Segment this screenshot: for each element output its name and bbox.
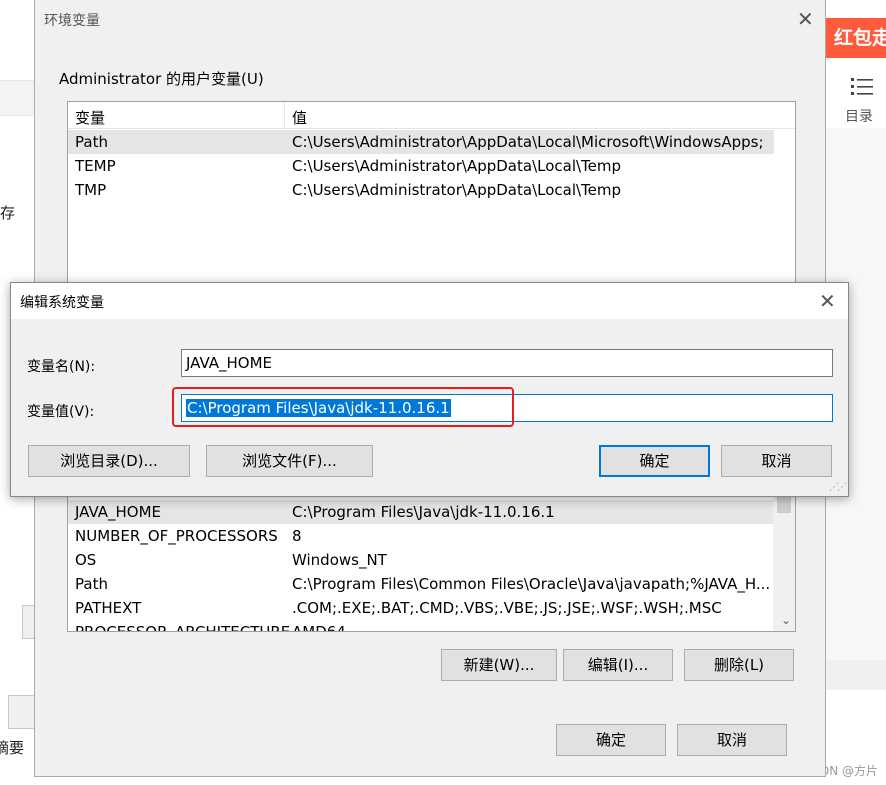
background-band xyxy=(0,80,34,116)
table-row[interactable]: PATHEXT .COM;.EXE;.BAT;.CMD;.VBS;.VBE;.J… xyxy=(68,596,774,620)
background-text-fragment: 摘要 xyxy=(0,739,25,757)
variable-value: Windows_NT xyxy=(292,551,387,569)
variable-value: C:\Users\Administrator\AppData\Local\Tem… xyxy=(292,181,622,199)
table-row[interactable]: TMP C:\Users\Administrator\AppData\Local… xyxy=(68,178,774,202)
table-of-contents-icon[interactable] xyxy=(850,76,874,96)
edit-variable-button[interactable]: 编辑(I)... xyxy=(563,649,673,681)
variable-name: PROCESSOR_ARCHITECTURE xyxy=(75,623,291,632)
table-row[interactable]: Path C:\Users\Administrator\AppData\Loca… xyxy=(68,130,774,154)
table-row[interactable]: Path C:\Program Files\Common Files\Oracl… xyxy=(68,572,774,596)
scroll-down-icon[interactable]: ⌄ xyxy=(781,613,791,627)
browse-directory-button[interactable]: 浏览目录(D)... xyxy=(28,445,190,477)
resize-grip-icon[interactable]: ⋰⋰ xyxy=(829,482,847,493)
column-header-variable[interactable]: 变量 xyxy=(75,107,105,128)
list-header: 变量 值 xyxy=(68,102,795,129)
variable-name: OS xyxy=(75,551,97,569)
scroll-thumb[interactable] xyxy=(777,497,791,513)
ok-button[interactable]: 确定 xyxy=(599,445,710,477)
table-row[interactable]: TEMP C:\Users\Administrator\AppData\Loca… xyxy=(68,154,774,178)
variable-value: 8 xyxy=(292,527,302,545)
column-header-value[interactable]: 值 xyxy=(292,107,307,128)
variable-name: JAVA_HOME xyxy=(75,503,162,521)
background-band xyxy=(826,660,886,690)
column-separator xyxy=(284,102,285,128)
variable-value: C:\Program Files\Common Files\Oracle\Jav… xyxy=(292,575,771,593)
new-variable-button[interactable]: 新建(W)... xyxy=(441,649,557,681)
annotation-highlight-box xyxy=(172,387,514,427)
variable-name: Path xyxy=(75,575,108,593)
variable-name-label: 变量名(N): xyxy=(27,359,96,375)
dialog-title: 编辑系统变量 xyxy=(20,295,104,311)
user-variables-list[interactable]: 变量 值 Path C:\Users\Administrator\AppData… xyxy=(67,101,796,291)
variable-value-label: 变量值(V): xyxy=(27,404,95,420)
toc-label[interactable]: 目录 xyxy=(845,106,873,126)
table-row[interactable]: NUMBER_OF_PROCESSORS 8 xyxy=(68,524,774,548)
delete-variable-button[interactable]: 删除(L) xyxy=(684,649,794,681)
variable-name: TMP xyxy=(75,181,107,199)
table-row[interactable]: JAVA_HOME C:\Program Files\Java\jdk-11.0… xyxy=(68,500,774,524)
vertical-scrollbar[interactable]: ⌄ xyxy=(773,487,795,631)
table-row[interactable]: OS Windows_NT xyxy=(68,548,774,572)
browse-file-button[interactable]: 浏览文件(F)... xyxy=(206,445,373,477)
close-icon[interactable]: ✕ xyxy=(797,9,814,29)
dialog-titlebar: 编辑系统变量 ✕ xyxy=(11,283,848,319)
system-variables-list[interactable]: JAVA_HOME C:\Program Files\Java\jdk-11.0… xyxy=(67,486,796,632)
variable-value: C:\Program Files\Java\jdk-11.0.16.1 xyxy=(292,503,555,521)
variable-value: C:\Users\Administrator\AppData\Local\Mic… xyxy=(292,133,764,151)
table-row[interactable]: PROCESSOR_ARCHITECTURE AMD64 xyxy=(68,620,774,632)
close-icon[interactable]: ✕ xyxy=(819,291,836,311)
variable-name-input[interactable]: JAVA_HOME xyxy=(181,349,833,377)
background-text-fragment: 存 xyxy=(0,204,16,222)
variable-value: AMD64 xyxy=(292,623,346,632)
ok-button[interactable]: 确定 xyxy=(556,724,666,756)
edit-system-variable-dialog: 编辑系统变量 ✕ 变量名(N): JAVA_HOME 变量值(V): C:\Pr… xyxy=(10,282,849,497)
cancel-button[interactable]: 取消 xyxy=(721,445,832,477)
variable-name: TEMP xyxy=(75,157,116,175)
variable-name: NUMBER_OF_PROCESSORS xyxy=(75,527,278,545)
variable-value: C:\Users\Administrator\AppData\Local\Tem… xyxy=(292,157,622,175)
dialog-title: 环境变量 xyxy=(44,13,100,29)
variable-value: .COM;.EXE;.BAT;.CMD;.VBS;.VBE;.JS;.JSE;.… xyxy=(292,599,722,617)
variable-name: PATHEXT xyxy=(75,599,142,617)
red-envelope-banner[interactable]: 红包走 xyxy=(826,18,886,58)
variable-name: Path xyxy=(75,133,108,151)
cancel-button[interactable]: 取消 xyxy=(677,724,787,756)
user-variables-label: Administrator 的用户变量(U) xyxy=(59,70,264,88)
